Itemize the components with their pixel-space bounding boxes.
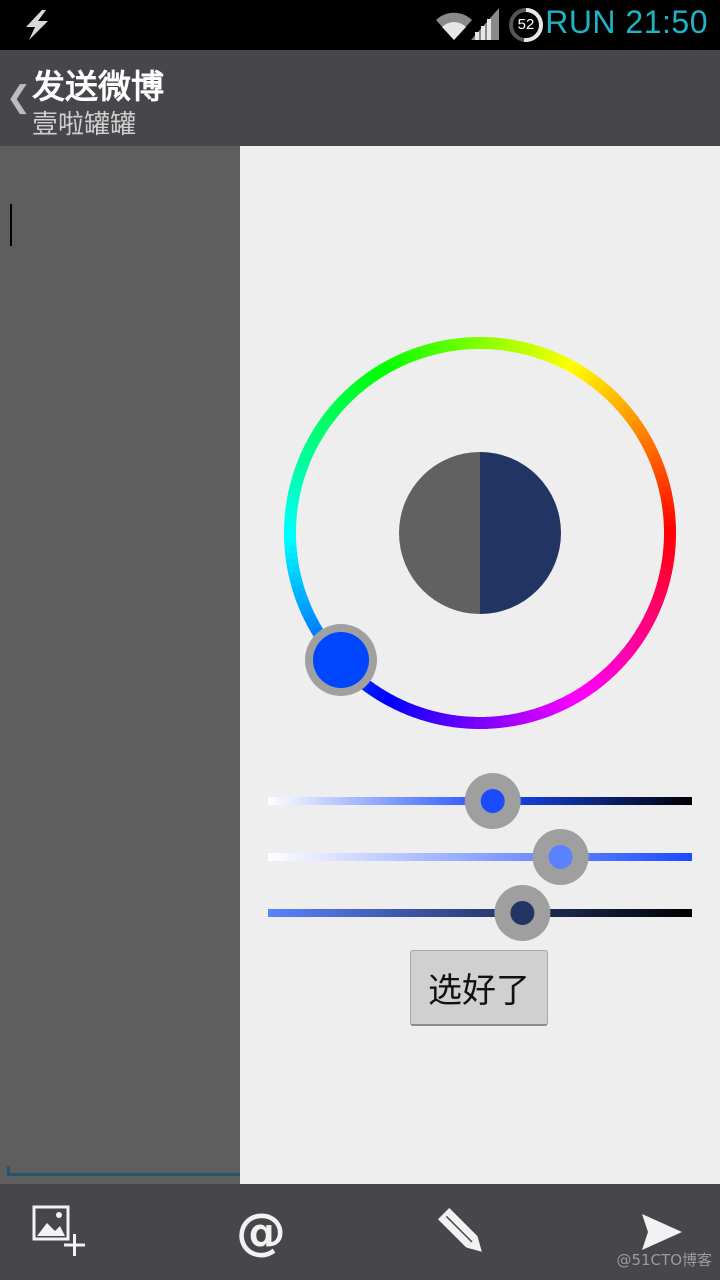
saturation-slider-thumb-dot[interactable] [480,789,505,813]
account-subtitle: 壹啦罐罐 [32,110,137,140]
text-cursor [10,204,12,246]
opacity-slider-thumb-dot[interactable] [510,901,535,925]
status-bar: 52 RUN 21:50 [0,0,720,50]
value-slider-thumb-dot[interactable] [548,845,573,869]
mention-button[interactable]: @ [225,1184,297,1280]
status-clock: RUN 21:50 [545,4,708,40]
lightning-icon [26,10,48,40]
pencil-icon [437,1207,482,1252]
action-bar: ❮ 发送微博 壹啦罐罐 [0,50,720,146]
page-title: 发送微博 [32,67,164,106]
hue-thumb[interactable] [305,624,377,696]
battery-level: 52 [517,16,535,33]
add-image-icon [32,1205,85,1256]
weibo-text-editor[interactable] [0,146,240,1184]
signal-icon [471,8,499,40]
value-slider-track[interactable] [268,853,692,861]
confirm-color-button[interactable]: 选好了 [410,950,548,1026]
draw-button[interactable] [430,1184,494,1280]
send-icon [642,1214,682,1250]
add-image-button[interactable] [28,1184,92,1280]
at-icon: @ [236,1203,286,1261]
color-picker-panel: 选好了 [240,146,720,1184]
wifi-icon [436,12,472,41]
back-chevron-icon[interactable]: ❮ [6,80,31,115]
color-preview[interactable] [399,452,561,614]
color-picker-canvas [268,337,692,941]
bottom-toolbar: @ @51CTO博客 [0,1184,720,1280]
editor-underline [8,1173,240,1176]
opacity-slider-track[interactable] [268,909,692,917]
watermark: @51CTO博客 [616,1251,712,1269]
